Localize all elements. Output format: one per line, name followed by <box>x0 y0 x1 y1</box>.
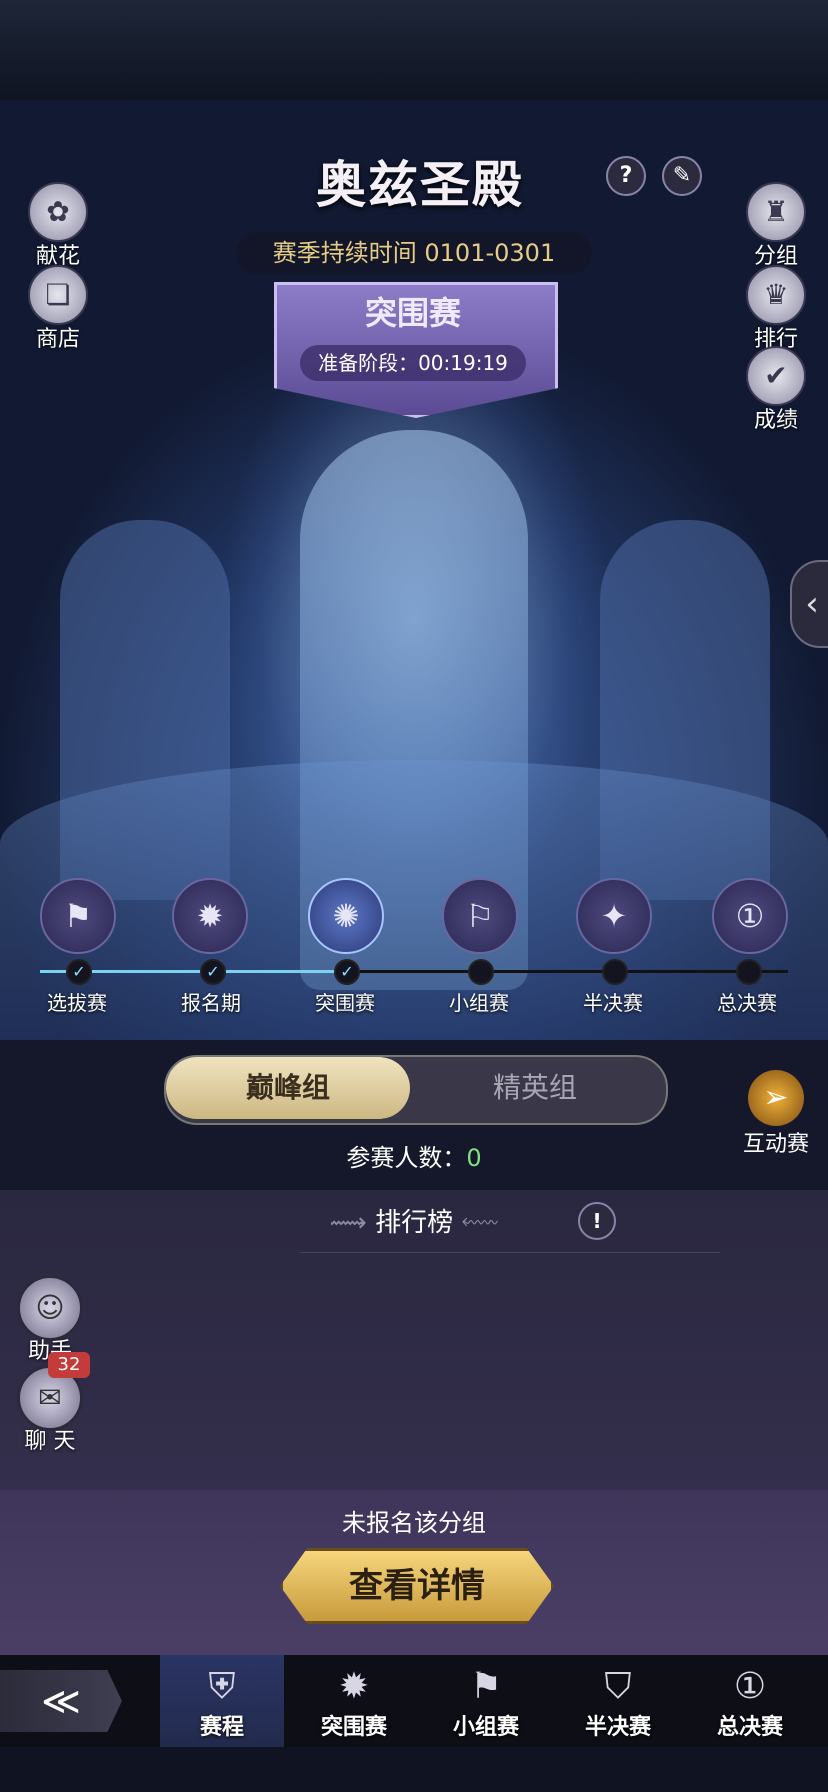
leaderboard-info-button[interactable]: ! <box>578 1202 616 1240</box>
results-icon: ✔ <box>746 346 806 406</box>
registration-status: 未报名该分组 <box>342 1509 486 1537</box>
nav-semifinal[interactable]: ⛉ 半决赛 <box>556 1655 680 1747</box>
banner-title: 突围赛 <box>364 294 461 332</box>
nav-final[interactable]: ① 总决赛 <box>688 1655 812 1747</box>
participant-count: 参赛人数：0 <box>346 1144 482 1172</box>
flower-button[interactable]: ✿ 献花 <box>18 182 98 270</box>
interactive-match-button[interactable]: ➢ 互动赛 <box>718 1070 828 1158</box>
page-title: 奥兹圣殿 <box>316 155 524 214</box>
stage-label: 突围赛 <box>315 991 375 1015</box>
book-icon: ✹ <box>196 897 224 935</box>
emblem-icon: ✹ <box>338 1666 370 1707</box>
tab-peak-group[interactable]: 巅峰组 <box>166 1057 410 1119</box>
back-button[interactable]: ≪ <box>0 1670 122 1732</box>
stage-label: 报名期 <box>181 991 241 1015</box>
helper-avatar-icon: ☺ <box>17 1275 83 1341</box>
trophy-icon: ① <box>735 897 765 935</box>
season-duration: 赛季持续时间 0101-0301 <box>236 232 592 274</box>
back-arrow-icon: ≪ <box>41 1679 81 1723</box>
semifinal-stage-icon[interactable]: ✦ <box>576 878 652 954</box>
ranking-button[interactable]: ♛ 排行 <box>736 265 816 353</box>
group-icon: ♜ <box>746 182 806 242</box>
rose-icon: ✿ <box>28 182 88 242</box>
stage-label: 半决赛 <box>583 991 643 1015</box>
chevron-left-icon: ‹ <box>805 584 819 624</box>
leaderboard-divider <box>300 1252 720 1253</box>
tab-elite-group[interactable]: 精英组 <box>410 1057 660 1119</box>
stage-check-icon: ✓ <box>66 959 92 985</box>
shop-button[interactable]: ❏ 商店 <box>18 265 98 353</box>
breakout-stage-icon[interactable]: ✺ <box>308 878 384 954</box>
ornament-right-icon: ⬳ <box>453 1208 499 1238</box>
leaderboard-title: ⟿ 排行榜 ⬳ <box>329 1208 499 1238</box>
rules-scroll-button[interactable]: ✎ <box>662 156 702 196</box>
flag-icon: ⚑ <box>469 1666 503 1707</box>
signup-stage-icon[interactable]: ✹ <box>172 878 248 954</box>
phase-countdown: 准备阶段：00:19:19 <box>300 345 526 381</box>
nav-breakout[interactable]: ✹ 突围赛 <box>292 1655 416 1747</box>
results-button[interactable]: ✔ 成绩 <box>736 346 816 434</box>
bottom-frame <box>0 1747 828 1792</box>
group-stage-icon[interactable]: ⚐ <box>442 878 518 954</box>
group-button[interactable]: ♜ 分组 <box>736 182 816 270</box>
shield-icon: ⛉ <box>604 1666 632 1707</box>
selection-stage-icon[interactable]: ⚑ <box>40 878 116 954</box>
stage-dot <box>602 959 628 985</box>
view-details-button[interactable]: 查看详情 <box>280 1548 554 1624</box>
paper-plane-icon: ➢ <box>748 1070 804 1126</box>
collapse-panel-tab[interactable]: ‹ <box>790 560 828 648</box>
stage-dot <box>736 959 762 985</box>
ornament-left-icon: ⟿ <box>329 1208 376 1238</box>
nav-group-stage[interactable]: ⚑ 小组赛 <box>424 1655 548 1747</box>
final-stage-icon[interactable]: ① <box>712 878 788 954</box>
shop-cards-icon: ❏ <box>28 265 88 325</box>
top-frame <box>0 0 828 100</box>
chat-unread-badge: 32 <box>48 1352 90 1378</box>
participant-value: 0 <box>466 1144 482 1172</box>
shield-icon: ✦ <box>600 897 628 935</box>
stage-label: 小组赛 <box>449 991 509 1015</box>
scroll-icon: ✎ <box>672 163 692 188</box>
stage-dot <box>468 959 494 985</box>
stage-check-icon: ✓ <box>200 959 226 985</box>
shield-sword-icon: ⛨ <box>208 1666 236 1707</box>
ranking-icon: ♛ <box>746 265 806 325</box>
nav-schedule[interactable]: ⛨ 赛程 <box>160 1655 284 1747</box>
trophy-icon: ① <box>733 1666 767 1707</box>
flag-icon: ⚑ <box>63 897 93 935</box>
banner-icon: ⚐ <box>465 897 495 935</box>
chat-button[interactable]: ✉ 聊 天 <box>10 1365 90 1455</box>
stage-label: 总决赛 <box>717 991 777 1015</box>
stage-check-icon: ✓ <box>334 959 360 985</box>
emblem-icon: ✺ <box>332 897 360 935</box>
help-button[interactable]: ? <box>606 156 646 196</box>
stage-label: 选拔赛 <box>47 991 107 1015</box>
